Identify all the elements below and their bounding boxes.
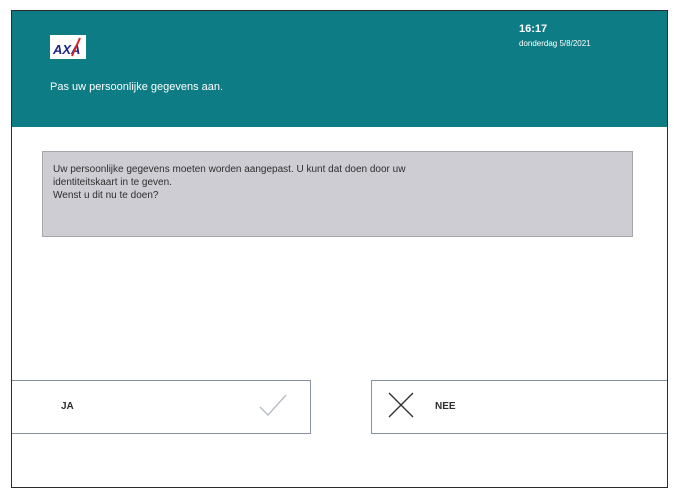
cross-icon bbox=[387, 391, 415, 424]
clock-date: donderdag 5/8/2021 bbox=[519, 39, 591, 48]
message-line: identiteitskaart in te geven. bbox=[53, 177, 172, 188]
yes-button-label: JA bbox=[61, 401, 74, 412]
message-line: Wenst u dit nu te doen? bbox=[53, 190, 159, 201]
page-title: Pas uw persoonlijke gegevens aan. bbox=[50, 81, 224, 93]
message-box: Uw persoonlijke gegevens moeten worden a… bbox=[42, 151, 633, 237]
no-button[interactable]: NEE bbox=[371, 380, 667, 434]
kiosk-screen: AXA Pas uw persoonlijke gegevens aan. 16… bbox=[11, 10, 668, 488]
header-bar: AXA Pas uw persoonlijke gegevens aan. 16… bbox=[12, 11, 667, 127]
axa-logo: AXA bbox=[50, 35, 86, 59]
yes-button[interactable]: JA bbox=[12, 380, 311, 434]
message-line: Uw persoonlijke gegevens moeten worden a… bbox=[53, 164, 406, 175]
check-icon bbox=[258, 392, 288, 423]
no-button-label: NEE bbox=[435, 401, 456, 412]
clock-time: 16:17 bbox=[519, 23, 548, 35]
